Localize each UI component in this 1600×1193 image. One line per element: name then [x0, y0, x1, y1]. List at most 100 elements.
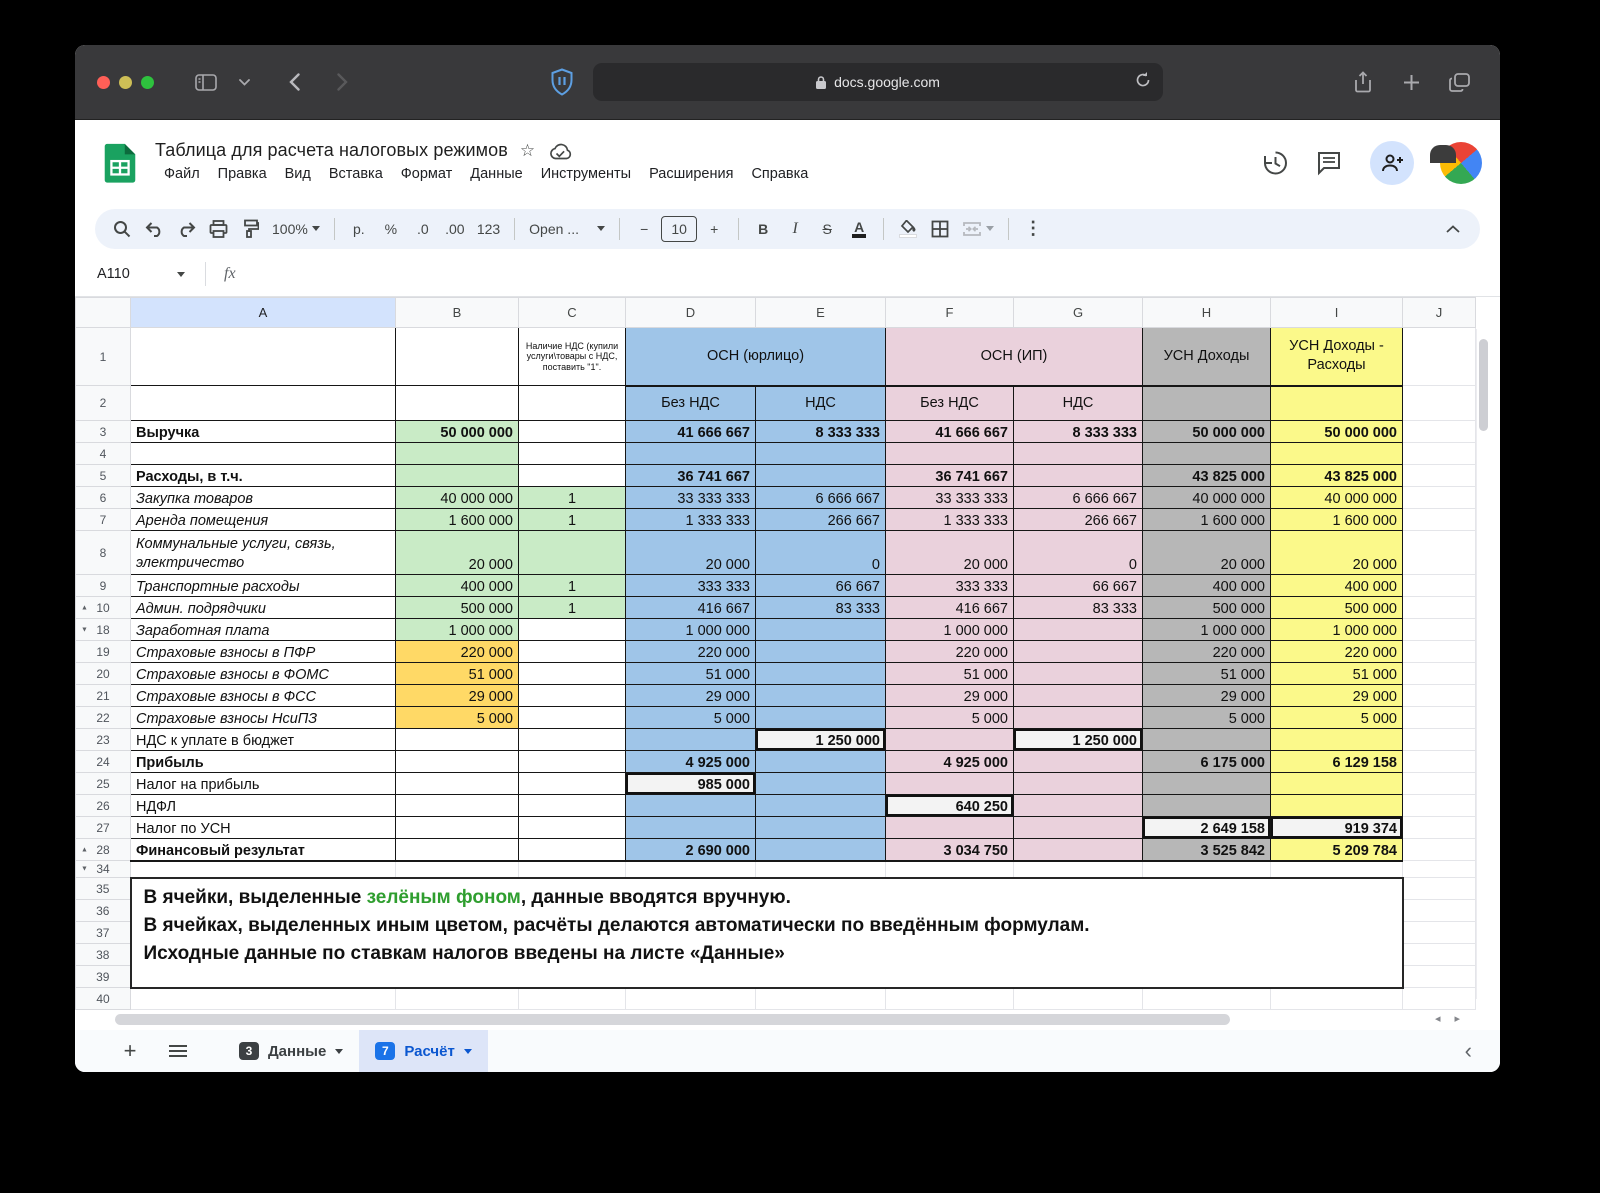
cell[interactable] — [1014, 641, 1143, 663]
cell[interactable]: 5 000 — [1143, 707, 1271, 729]
minimize-window-button[interactable] — [119, 76, 132, 89]
row-header-8[interactable]: 8 — [76, 531, 131, 575]
cell[interactable]: Аренда помещения — [131, 509, 396, 531]
chevron-down-icon[interactable] — [229, 67, 259, 97]
cell[interactable]: 416 667 — [886, 597, 1014, 619]
cell[interactable]: 220 000 — [886, 641, 1014, 663]
cell[interactable]: Расходы, в т.ч. — [131, 465, 396, 487]
cell[interactable]: УСН Доходы — [1143, 328, 1271, 386]
cell[interactable]: Админ. подрядчики — [131, 597, 396, 619]
bold-button[interactable]: B — [748, 215, 778, 243]
column-header-I[interactable]: I — [1271, 298, 1403, 328]
font-size-input[interactable]: 10 — [661, 216, 697, 242]
cell[interactable] — [396, 465, 519, 487]
cell[interactable]: 2 690 000 — [626, 839, 756, 861]
cell[interactable] — [396, 817, 519, 839]
cell[interactable]: 6 129 158 — [1271, 751, 1403, 773]
expand-group-icon[interactable]: ▼ — [81, 866, 88, 873]
cell[interactable]: НДФЛ — [131, 795, 396, 817]
menu-Вставка[interactable]: Вставка — [320, 163, 392, 185]
sidebar-icon[interactable] — [191, 67, 221, 97]
cell[interactable] — [886, 773, 1014, 795]
cell[interactable] — [396, 386, 519, 421]
cell[interactable] — [1143, 795, 1271, 817]
cell[interactable] — [626, 795, 756, 817]
cell[interactable]: 5 000 — [626, 707, 756, 729]
cell[interactable] — [396, 795, 519, 817]
cell[interactable]: 6 666 667 — [1014, 487, 1143, 509]
cell[interactable]: 20 000 — [1143, 531, 1271, 575]
cell[interactable] — [519, 795, 626, 817]
row-header-25[interactable]: 25 — [76, 773, 131, 795]
cell[interactable] — [519, 817, 626, 839]
content-blocker-shield-icon[interactable] — [547, 67, 577, 97]
cell[interactable]: 36 741 667 — [886, 465, 1014, 487]
cell[interactable]: НДС — [1014, 386, 1143, 421]
cell[interactable] — [626, 861, 756, 878]
forward-button[interactable] — [327, 67, 357, 97]
cell[interactable]: 400 000 — [396, 575, 519, 597]
collapse-group-icon[interactable]: ▲ — [81, 604, 88, 611]
cell[interactable]: 5 000 — [886, 707, 1014, 729]
cell[interactable] — [1403, 531, 1476, 575]
cell[interactable]: 1 — [519, 487, 626, 509]
row-header-20[interactable]: 20 — [76, 663, 131, 685]
more-toolbar-button[interactable]: ⋮ — [1018, 215, 1048, 243]
cell[interactable]: 43 825 000 — [1271, 465, 1403, 487]
row-header-1[interactable]: 1 — [76, 328, 131, 386]
cell[interactable]: 51 000 — [396, 663, 519, 685]
cell[interactable] — [1143, 988, 1271, 1010]
cell[interactable] — [519, 988, 626, 1010]
cell[interactable] — [756, 988, 886, 1010]
cell[interactable]: 1 000 000 — [1143, 619, 1271, 641]
cell[interactable]: Страховые взносы в ПФР — [131, 641, 396, 663]
cell[interactable]: 500 000 — [1271, 597, 1403, 619]
cell[interactable]: Налог по УСН — [131, 817, 396, 839]
cell[interactable]: 220 000 — [396, 641, 519, 663]
cell[interactable] — [1014, 443, 1143, 465]
cell[interactable]: 640 250 — [886, 795, 1014, 817]
cell[interactable]: 29 000 — [1271, 685, 1403, 707]
cell[interactable]: 51 000 — [1271, 663, 1403, 685]
cell[interactable] — [1403, 575, 1476, 597]
strikethrough-button[interactable]: S — [812, 215, 842, 243]
cell[interactable] — [756, 839, 886, 861]
cell[interactable]: 66 667 — [1014, 575, 1143, 597]
cell[interactable]: 220 000 — [1143, 641, 1271, 663]
hide-menus-button[interactable] — [1438, 215, 1468, 243]
document-title[interactable]: Таблица для расчета налоговых режимов — [155, 140, 508, 161]
name-box[interactable]: A110 — [91, 266, 191, 282]
row-header-38[interactable]: 38 — [76, 944, 131, 966]
cell[interactable]: 51 000 — [1143, 663, 1271, 685]
cell[interactable]: Наличие НДС (купили услуги\товары с НДС,… — [519, 328, 626, 386]
cell[interactable] — [1014, 795, 1143, 817]
column-header-B[interactable]: B — [396, 298, 519, 328]
decrease-font-size-button[interactable]: − — [629, 215, 659, 243]
cell[interactable] — [626, 729, 756, 751]
cell[interactable]: 1 — [519, 575, 626, 597]
sheets-logo-icon[interactable] — [99, 142, 141, 184]
cell[interactable] — [396, 861, 519, 878]
cell[interactable] — [1403, 839, 1476, 861]
cell[interactable] — [756, 685, 886, 707]
new-tab-icon[interactable] — [1396, 67, 1426, 97]
row-header-3[interactable]: 3 — [76, 421, 131, 443]
cell[interactable] — [1403, 487, 1476, 509]
cell[interactable] — [1271, 386, 1403, 421]
cell[interactable] — [1143, 861, 1271, 878]
cell[interactable] — [1403, 773, 1476, 795]
cell[interactable] — [131, 988, 396, 1010]
cell[interactable]: 1 000 000 — [1271, 619, 1403, 641]
share-button[interactable] — [1370, 141, 1414, 185]
cell[interactable] — [1271, 795, 1403, 817]
cell[interactable] — [1403, 685, 1476, 707]
star-icon[interactable]: ☆ — [520, 141, 535, 161]
cell[interactable] — [1014, 619, 1143, 641]
cell[interactable] — [519, 421, 626, 443]
cell[interactable]: Транспортные расходы — [131, 575, 396, 597]
cell[interactable] — [396, 328, 519, 386]
column-header-C[interactable]: C — [519, 298, 626, 328]
cell[interactable] — [396, 443, 519, 465]
cell[interactable]: 20 000 — [396, 531, 519, 575]
row-header-6[interactable]: 6 — [76, 487, 131, 509]
